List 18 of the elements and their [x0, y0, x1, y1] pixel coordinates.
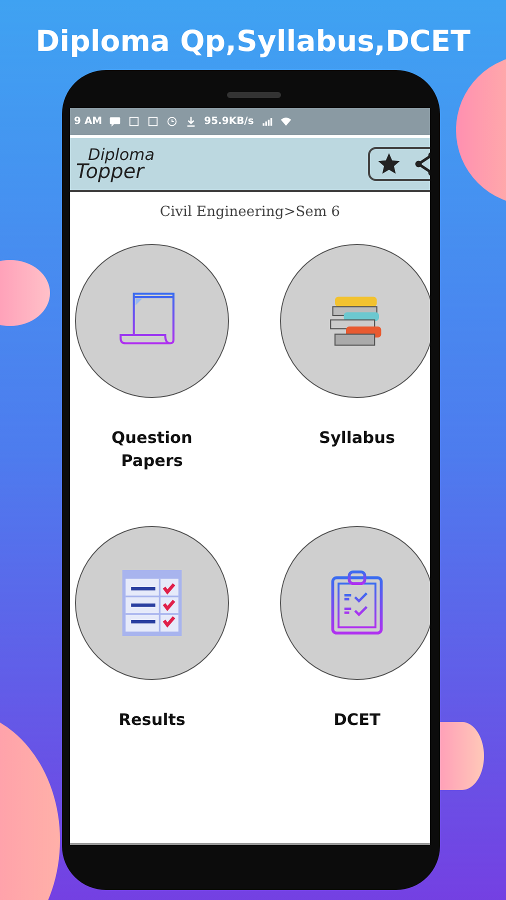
speaker-grille — [227, 92, 281, 98]
logo-text: Topper — [76, 162, 145, 180]
category-label: Results — [118, 709, 186, 731]
breadcrumb: Civil Engineering>Sem 6 — [158, 204, 342, 222]
network-speed: 95.9KB/s — [204, 116, 254, 127]
download-icon — [185, 116, 198, 127]
category-label: Syllabus — [318, 427, 396, 449]
sim-icon — [147, 116, 160, 127]
status-time: 9 AM — [74, 116, 102, 127]
headline: Diploma Qp,Syllabus,DCET — [34, 23, 472, 60]
alarm-icon — [166, 116, 178, 127]
wifi-icon — [280, 116, 292, 127]
category-label: Question Papers — [110, 427, 194, 472]
message-icon — [109, 116, 122, 127]
signal-icon — [260, 116, 273, 127]
sim-icon — [128, 116, 140, 127]
category-label: DCET — [332, 709, 382, 731]
logo-text: Diploma — [88, 148, 155, 162]
